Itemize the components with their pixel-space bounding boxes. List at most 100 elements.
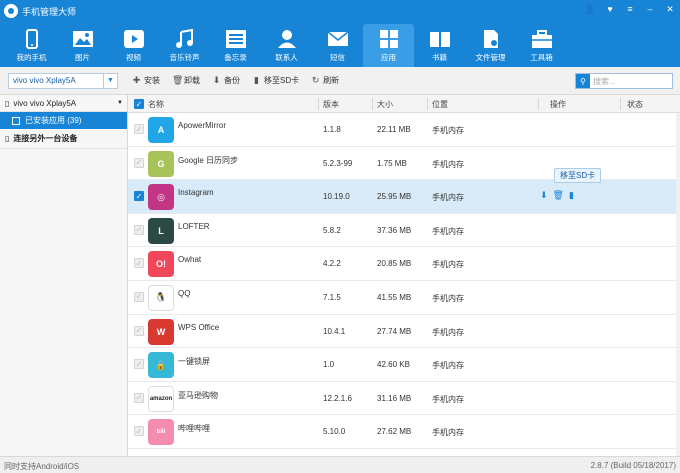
app-icon: L bbox=[148, 217, 174, 244]
chevron-down-icon[interactable]: ▼ bbox=[103, 74, 117, 88]
table-row[interactable]: ✓ A ApowerMirror 1.1.8 22.11 MB 手机内存 bbox=[128, 113, 680, 147]
uninstall-label: 卸载 bbox=[184, 76, 200, 85]
nav-label: 书籍 bbox=[432, 53, 447, 62]
minimize-icon[interactable]: – bbox=[644, 3, 656, 15]
table-row[interactable]: ✓ ◎ Instagram 10.19.0 25.95 MB 手机内存 ⬇ 🗑 ▮ 移至SD卡 bbox=[128, 168, 680, 214]
toolbox-icon bbox=[530, 28, 554, 50]
scrollbar[interactable] bbox=[676, 113, 680, 456]
table-row[interactable]: ✓ L LOFTER 5.8.2 37.36 MB 手机内存 bbox=[128, 214, 680, 248]
sidebar: ▯ vivo vivo Xplay5A ▼ 已安装应用 (39) ▯ 连接另外一… bbox=[0, 95, 128, 456]
contacts-icon bbox=[275, 28, 299, 50]
app-location: 手机内存 bbox=[432, 159, 464, 169]
app-name: Owhat bbox=[178, 255, 202, 265]
table-row[interactable]: ✓ 🔒 一键锁屏 1.0 42.60 KB 手机内存 bbox=[128, 348, 680, 382]
move-sd-button[interactable]: ▮ 移至SD卡 bbox=[252, 75, 299, 86]
row-checkbox[interactable]: ✓ bbox=[134, 191, 144, 202]
row-checkbox[interactable]: ✓ bbox=[134, 258, 144, 269]
app-version: 7.1.5 bbox=[323, 292, 341, 302]
app-size: 25.95 MB bbox=[377, 192, 412, 202]
app-name: Instagram bbox=[178, 188, 214, 198]
nav-memo[interactable]: 备忘录 bbox=[210, 24, 261, 67]
app-version: 12.2.1.6 bbox=[323, 393, 352, 403]
select-all-checkbox[interactable]: ✓ bbox=[134, 99, 144, 109]
row-checkbox[interactable]: ✓ bbox=[134, 392, 144, 403]
row-checkbox[interactable]: ✓ bbox=[134, 291, 144, 302]
app-name: Google 日历同步 bbox=[178, 155, 239, 165]
device-select[interactable]: vivo vivo Xplay5A ▼ bbox=[8, 73, 118, 89]
nav-label: 我的手机 bbox=[16, 53, 47, 62]
move-sd-tooltip: 移至SD卡 bbox=[554, 168, 602, 184]
table-row[interactable]: ✓ O! Owhat 4.2.2 20.85 MB 手机内存 bbox=[128, 247, 680, 281]
nav-music[interactable]: 音乐铃声 bbox=[159, 24, 210, 67]
row-checkbox[interactable]: ✓ bbox=[134, 325, 144, 336]
install-label: 安装 bbox=[144, 76, 160, 85]
refresh-label: 刷新 bbox=[323, 76, 340, 85]
header-location[interactable]: 位置 bbox=[432, 99, 448, 110]
status-left: 同时支持Android/iOS bbox=[4, 462, 80, 471]
table-row[interactable]: ✓ amazon 亚马逊购物 12.2.1.6 31.16 MB 手机内存 bbox=[128, 382, 680, 416]
trash-icon: 🗑 bbox=[172, 75, 184, 85]
trash-icon[interactable]: 🗑 bbox=[553, 190, 564, 201]
nav-images[interactable]: 图片 bbox=[57, 24, 108, 67]
header-version[interactable]: 版本 bbox=[323, 99, 339, 110]
row-checkbox[interactable]: ✓ bbox=[134, 426, 144, 437]
plus-icon: ✚ bbox=[132, 75, 141, 85]
collapse-icon[interactable]: ▼ bbox=[117, 100, 123, 106]
sidebar-item-installed-apps[interactable]: 已安装应用 (39) bbox=[0, 112, 127, 129]
backup-button[interactable]: ⬇ 备份 bbox=[212, 75, 240, 86]
row-checkbox[interactable]: ✓ bbox=[134, 359, 144, 370]
nav-file-manager[interactable]: 文件管理 bbox=[465, 24, 516, 67]
backup-icon[interactable]: ⬇ bbox=[540, 190, 548, 201]
header-status: 状态 bbox=[627, 100, 643, 109]
memo-icon bbox=[224, 28, 248, 50]
search-icon[interactable]: ⚲ bbox=[576, 74, 590, 88]
header-size[interactable]: 大小 bbox=[377, 99, 393, 110]
table-row[interactable]: ✓ W WPS Office 10.4.1 27.74 MB 手机内存 bbox=[128, 315, 680, 349]
app-location: 手机内存 bbox=[432, 327, 464, 337]
refresh-button[interactable]: ↻ 刷新 bbox=[311, 75, 339, 86]
app-name: WPS Office bbox=[178, 322, 220, 332]
table-header: ✓ 名称 版本 大小 位置 操作 状态 bbox=[128, 95, 680, 113]
app-size: 22.11 MB bbox=[377, 125, 411, 134]
close-icon[interactable]: ✕ bbox=[664, 3, 676, 15]
header-name[interactable]: 名称 bbox=[148, 99, 164, 110]
status-version: 2.8.7 (Build 05/18/2017) bbox=[590, 461, 676, 470]
backup-label: 备份 bbox=[224, 76, 240, 85]
toolbar: vivo vivo Xplay5A ▼ ✚ 安装 🗑 卸载 ⬇ 备份 ▮ 移至SD卡 ↻… bbox=[0, 67, 680, 95]
app-size: 27.62 MB bbox=[377, 427, 412, 437]
sd-card-icon[interactable]: ▮ bbox=[569, 190, 574, 201]
nav-apps[interactable]: 应用 bbox=[363, 24, 414, 67]
search-box[interactable]: ⚲ 搜索... bbox=[575, 73, 673, 89]
app-location: 手机内存 bbox=[432, 226, 464, 236]
nav-books[interactable]: 书籍 bbox=[414, 24, 465, 67]
user-icon[interactable]: 👤 bbox=[584, 3, 596, 15]
nav-label: 图片 bbox=[75, 53, 90, 62]
table-row[interactable]: ✓ bili 哔哩哔哩 5.10.0 27.62 MB 手机内存 bbox=[128, 415, 680, 449]
sidebar-connect-device[interactable]: ▯ 连接另外一台设备 bbox=[0, 129, 127, 149]
install-button[interactable]: ✚ 安装 bbox=[132, 75, 160, 86]
nav-video[interactable]: 视频 bbox=[108, 24, 159, 67]
sms-icon bbox=[326, 28, 350, 50]
nav-toolbox[interactable]: 工具箱 bbox=[516, 24, 567, 67]
nav-label: 文件管理 bbox=[475, 53, 506, 62]
table-row[interactable]: ✓ 🐧 QQ 7.1.5 41.55 MB 手机内存 bbox=[128, 281, 680, 315]
menu-icon[interactable]: ≡ bbox=[624, 3, 636, 15]
row-checkbox[interactable]: ✓ bbox=[134, 157, 144, 168]
row-checkbox[interactable]: ✓ bbox=[134, 124, 144, 134]
app-name: QQ bbox=[178, 288, 191, 298]
heart-icon[interactable]: ♥ bbox=[604, 3, 616, 15]
app-icon: 🔒 bbox=[148, 352, 174, 379]
search-input[interactable]: 搜索... bbox=[590, 76, 616, 87]
connect-label: 连接另外一台设备 bbox=[13, 134, 78, 143]
backup-icon: ⬇ bbox=[212, 75, 221, 85]
nav-sms[interactable]: 短信 bbox=[312, 24, 363, 67]
app-icon: ◎ bbox=[148, 184, 174, 211]
nav-my-phone[interactable]: 我的手机 bbox=[6, 24, 57, 67]
nav-contacts[interactable]: 联系人 bbox=[261, 24, 312, 67]
row-checkbox[interactable]: ✓ bbox=[134, 224, 144, 235]
sidebar-device[interactable]: ▯ vivo vivo Xplay5A ▼ bbox=[0, 95, 127, 112]
sd-card-icon: ▮ bbox=[254, 75, 259, 85]
app-location: 手机内存 bbox=[432, 126, 464, 135]
app-logo-icon bbox=[4, 4, 18, 18]
uninstall-button[interactable]: 🗑 卸载 bbox=[172, 75, 200, 86]
